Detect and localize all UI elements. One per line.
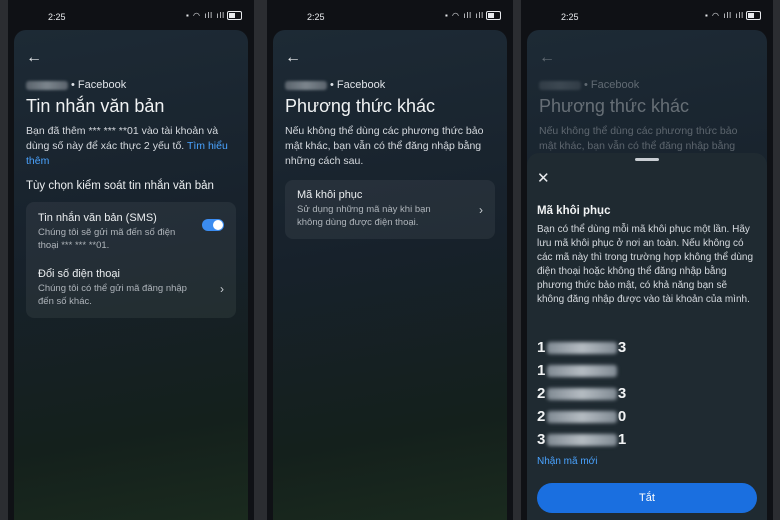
page-description: Nếu không thể dùng các phương thức bảo m…: [539, 125, 738, 152]
blurred-account-name: [539, 80, 581, 90]
toggle-knob: [213, 220, 223, 230]
code-start: 1: [537, 362, 546, 379]
recovery-codes-subtitle: Sử dụng những mã này khi bạn không dùng …: [297, 204, 431, 228]
back-arrow-icon[interactable]: ←: [285, 50, 301, 66]
settings-sheet-dimmed: ← • Facebook Phương thức khác Nếu không …: [527, 30, 767, 520]
sms-options-card: Tin nhắn văn bản (SMS) Chúng tôi sẽ gửi …: [26, 202, 236, 318]
settings-sheet: ← • Facebook Tin nhắn văn bản Bạn đã thê…: [14, 30, 248, 520]
blurred-digits: [546, 365, 617, 378]
blurred-digits: [546, 342, 617, 355]
recovery-code: 31: [537, 428, 627, 451]
battery-icon: [486, 11, 501, 21]
signal-icons: ▪ ◠ ıll ıll: [444, 11, 484, 20]
drag-handle[interactable]: [635, 158, 659, 161]
change-phone-title: Đổi số điện thoại: [38, 268, 120, 280]
account-label: • Facebook: [26, 79, 126, 91]
blurred-digits: [546, 388, 617, 401]
account-service: • Facebook: [71, 79, 127, 91]
page-title: Phương thức khác: [285, 96, 435, 116]
battery-icon: [227, 11, 242, 21]
recovery-codes-list: 13 1 23 20 31: [537, 336, 627, 451]
chevron-right-icon: ›: [220, 282, 224, 296]
sms-option-row[interactable]: Tin nhắn văn bản (SMS) Chúng tôi sẽ gửi …: [26, 202, 236, 260]
account-label: • Facebook: [539, 79, 639, 91]
change-phone-subtitle: Chúng tôi có thể gửi mã đăng nhập đến số…: [38, 283, 187, 307]
recovery-code: 1: [537, 359, 627, 382]
get-new-codes-link[interactable]: Nhận mã mới: [537, 456, 597, 467]
page-title: Tin nhắn văn bản: [26, 96, 165, 116]
code-start: 1: [537, 339, 546, 356]
status-time: 2:25: [48, 12, 66, 22]
blurred-digits: [546, 434, 617, 447]
blurred-account-name: [26, 80, 68, 90]
chevron-right-icon: ›: [479, 202, 483, 217]
page-description: Bạn đã thêm *** *** **01 vào tài khoản v…: [26, 124, 238, 169]
recovery-codes-title: Mã khôi phục: [297, 189, 363, 201]
code-start: 3: [537, 431, 546, 448]
recovery-codes-row[interactable]: Mã khôi phục Sử dụng những mã này khi bạ…: [285, 180, 495, 239]
recovery-code: 20: [537, 405, 627, 428]
blurred-account-name: [285, 80, 327, 90]
sms-option-title: Tin nhắn văn bản (SMS): [38, 212, 157, 224]
phone-screen-recovery-codes: 2:25 ▪ ◠ ıll ıll ← • Facebook Phương thứ…: [521, 0, 773, 520]
page-description: Nếu không thể dùng các phương thức bảo m…: [285, 125, 484, 167]
code-end: 3: [617, 339, 627, 356]
page-title: Phương thức khác: [539, 96, 689, 116]
sheet-title: Mã khôi phục: [537, 205, 611, 217]
signal-icons: ▪ ◠ ıll ıll: [704, 11, 744, 20]
close-button[interactable]: Tắt: [537, 483, 757, 513]
phone-screen-other-methods: 2:25 ▪ ◠ ıll ıll ← • Facebook Phương thứ…: [267, 0, 513, 520]
code-end: 0: [617, 408, 627, 425]
back-arrow-icon: ←: [539, 49, 555, 66]
code-end: 1: [617, 431, 627, 448]
status-bar: 2:25 ▪ ◠ ıll ıll: [267, 0, 513, 30]
status-bar: 2:25 ▪ ◠ ıll ıll: [521, 0, 773, 30]
status-icons: ▪ ◠ ıll ıll: [185, 11, 242, 21]
account-service: • Facebook: [330, 79, 386, 91]
code-start: 2: [537, 385, 546, 402]
code-end: 3: [617, 385, 627, 402]
recovery-code: 13: [537, 336, 627, 359]
sms-toggle[interactable]: [202, 219, 224, 231]
account-service: • Facebook: [584, 79, 640, 91]
battery-icon: [746, 11, 761, 21]
sms-option-subtitle: Chúng tôi sẽ gửi mã đến số điện thoại **…: [38, 227, 176, 251]
blurred-digits: [546, 411, 617, 424]
section-title: Tùy chọn kiểm soát tin nhắn văn bản: [26, 180, 214, 192]
status-bar: 2:25 ▪ ◠ ıll ıll: [8, 0, 254, 30]
recovery-codes-bottom-sheet: ✕ Mã khôi phục Bạn có thể dùng mỗi mã kh…: [527, 153, 767, 520]
recovery-code: 23: [537, 382, 627, 405]
status-icons: ▪ ◠ ıll ıll: [704, 11, 761, 21]
recovery-codes-card: Mã khôi phục Sử dụng những mã này khi bạ…: [285, 180, 495, 239]
back-arrow-icon[interactable]: ←: [26, 50, 42, 66]
close-icon[interactable]: ✕: [537, 169, 550, 187]
change-phone-row[interactable]: Đổi số điện thoại Chúng tôi có thể gửi m…: [26, 260, 236, 318]
sheet-description: Bạn có thể dùng mỗi mã khôi phục một lần…: [537, 224, 754, 305]
signal-icons: ▪ ◠ ıll ıll: [185, 11, 225, 20]
phone-screen-sms: 2:25 ▪ ◠ ıll ıll ← • Facebook Tin nhắn v…: [8, 0, 254, 520]
status-time: 2:25: [307, 12, 325, 22]
status-icons: ▪ ◠ ıll ıll: [444, 11, 501, 21]
status-time: 2:25: [561, 12, 579, 22]
account-label: • Facebook: [285, 79, 385, 91]
code-start: 2: [537, 408, 546, 425]
settings-sheet: ← • Facebook Phương thức khác Nếu không …: [273, 30, 507, 520]
